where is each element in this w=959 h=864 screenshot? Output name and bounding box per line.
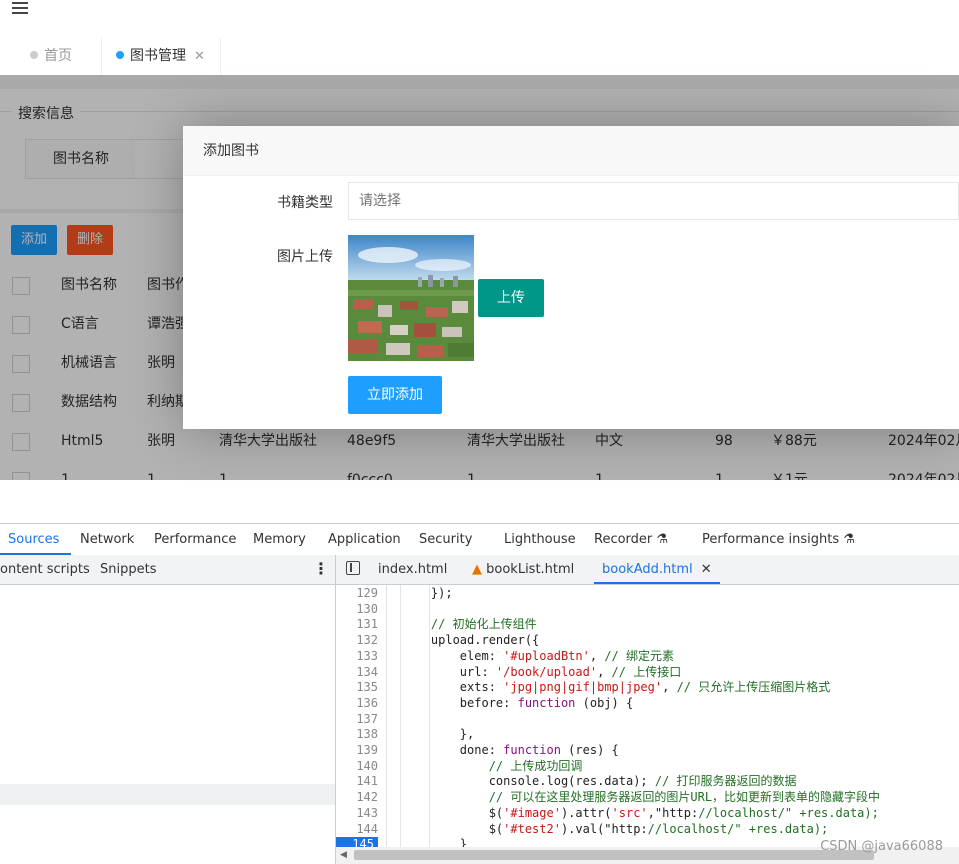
line-number[interactable]: 139	[336, 743, 378, 759]
more-options-icon[interactable]: ⋮	[313, 555, 329, 582]
line-number[interactable]: 130	[336, 602, 378, 618]
code-line: exts: 'jpg|png|gif|bmp|jpeg', // 只允许上传压缩…	[402, 680, 831, 695]
line-number[interactable]: 144	[336, 822, 378, 838]
line-number[interactable]: 135	[336, 680, 378, 696]
devtools-tab-application[interactable]: Application	[328, 524, 401, 555]
code-line: }	[402, 837, 468, 847]
code-line: // 上传成功回调	[488, 758, 583, 773]
code-line: $('#test2').val("http://localhost/" +res…	[402, 821, 829, 836]
tab-book-management[interactable]: 图书管理 ✕	[101, 38, 221, 75]
tab-label: Recorder	[594, 532, 653, 547]
code-line: elem: '#uploadBtn', // 绑定元素	[402, 648, 674, 663]
devtools-tab-performance-insights[interactable]: Performance insights ⚗	[702, 524, 855, 555]
code-line: $('#image').attr('src',"http://localhost…	[402, 805, 879, 820]
warning-icon: ▲	[472, 562, 482, 577]
toggle-navigator-icon[interactable]	[346, 561, 360, 575]
code-line: upload.render({	[402, 633, 540, 648]
top-bar	[0, 0, 959, 39]
line-number[interactable]: 142	[336, 790, 378, 806]
code-editor[interactable]: 129 }); 130 131 // 初始化上传组件 132 upload.rende…	[336, 585, 959, 847]
uploaded-image-preview	[348, 235, 474, 361]
navigator-selected-row[interactable]	[0, 784, 335, 805]
code-line: before: function (obj) {	[402, 695, 634, 710]
image-upload-label: 图片上传	[277, 249, 333, 265]
watermark: CSDN @java66088	[820, 839, 943, 854]
line-number[interactable]: 143	[336, 806, 378, 822]
code-line: console.log(res.data); // 打印服务器返回的数据	[402, 774, 797, 789]
code-line: // 可以在这里处理服务器返回的图片URL，比如更新到表单的隐藏字段中	[488, 790, 881, 805]
campus-photo	[348, 235, 474, 361]
line-number[interactable]: 133	[336, 649, 378, 665]
line-number[interactable]: 131	[336, 617, 378, 633]
line-number[interactable]: 141	[336, 774, 378, 790]
line-number[interactable]: 145	[336, 837, 378, 847]
line-number[interactable]: 132	[336, 633, 378, 649]
tab-dot-icon	[116, 51, 124, 59]
close-icon[interactable]: ✕	[701, 562, 712, 577]
tab-label: 图书管理	[130, 48, 186, 64]
line-number[interactable]: 140	[336, 759, 378, 775]
navigator-tabs: ontent scripts Snippets ⋮	[0, 555, 335, 585]
code-line: done: function (res) {	[402, 743, 619, 757]
flask-icon: ⚗	[656, 532, 669, 547]
book-type-label: 书籍类型	[277, 195, 333, 211]
scrollbar-thumb[interactable]	[354, 850, 874, 860]
navigator-tab-snippets[interactable]: Snippets	[100, 555, 156, 584]
code-line: // 初始化上传组件	[430, 617, 537, 632]
line-number[interactable]: 136	[336, 696, 378, 712]
flask-icon: ⚗	[843, 532, 855, 547]
line-number[interactable]: 129	[336, 586, 378, 602]
devtools-tab-security[interactable]: Security	[419, 524, 472, 555]
devtools-tab-memory[interactable]: Memory	[253, 524, 306, 555]
menu-toggle-icon[interactable]	[12, 2, 28, 14]
sources-navigator: ontent scripts Snippets ⋮	[0, 555, 336, 864]
line-number[interactable]: 137	[336, 712, 378, 728]
navigator-tab-content-scripts[interactable]: ontent scripts	[0, 555, 90, 584]
indent-guide	[400, 585, 401, 847]
editor-file-tabs: index.html ▲ bookList.html bookAdd.html …	[336, 555, 959, 585]
tab-label: 首页	[44, 48, 72, 64]
code-line: });	[402, 586, 453, 600]
devtools-tab-performance[interactable]: Performance	[154, 524, 236, 555]
page-tabs: 首页 图书管理 ✕	[0, 38, 959, 76]
scroll-left-icon[interactable]: ◀	[340, 850, 347, 860]
file-tab-label: bookList.html	[486, 562, 575, 577]
file-tab-index[interactable]: index.html	[378, 555, 447, 584]
upload-button[interactable]: 上传	[478, 279, 544, 317]
devtools-tab-sources[interactable]: Sources	[0, 524, 72, 555]
add-book-dialog: 添加图书 书籍类型 请选择 图片上传 上传 立即添加	[183, 126, 959, 429]
tab-label: Performance insights	[702, 532, 840, 547]
file-tab-bookadd[interactable]: bookAdd.html ✕	[594, 555, 720, 584]
close-icon[interactable]: ✕	[194, 49, 205, 64]
code-line: url: '/book/upload', // 上传接口	[402, 664, 682, 679]
line-number[interactable]: 134	[336, 665, 378, 681]
line-number[interactable]: 138	[336, 727, 378, 743]
dialog-title: 添加图书	[183, 126, 959, 176]
code-line: },	[402, 727, 475, 742]
file-tab-label: bookAdd.html	[602, 562, 693, 577]
tab-home[interactable]: 首页	[30, 38, 72, 75]
book-type-select[interactable]: 请选择	[348, 182, 959, 220]
devtools-tab-lighthouse[interactable]: Lighthouse	[504, 524, 576, 555]
devtools-tab-recorder[interactable]: Recorder ⚗	[594, 524, 668, 555]
tab-dot-icon	[30, 51, 38, 59]
devtools-tab-network[interactable]: Network	[80, 524, 134, 555]
devtools-tabbar: Sources Network Performance Memory Appli…	[0, 523, 959, 556]
submit-add-button[interactable]: 立即添加	[348, 376, 442, 414]
file-tab-booklist[interactable]: ▲ bookList.html	[472, 555, 574, 584]
